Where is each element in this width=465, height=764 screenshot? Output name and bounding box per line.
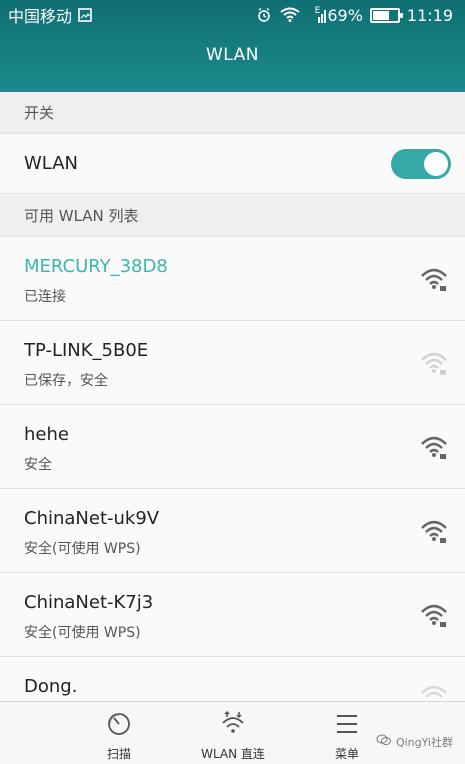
scan-button[interactable]: 扫描 xyxy=(59,702,179,764)
network-status: 安全 xyxy=(24,457,52,473)
battery-percent: 69% xyxy=(327,5,363,25)
clock: 11:19 xyxy=(406,5,453,25)
page-title: WLAN xyxy=(205,45,260,65)
network-name: ChinaNet-uk9V xyxy=(24,508,160,529)
watermark: QingYi社群 xyxy=(376,733,453,750)
network-name: hehe xyxy=(24,424,69,445)
wlan-toggle-row[interactable]: WLAN xyxy=(0,134,465,194)
status-right: E 69% 11:19 xyxy=(256,6,453,25)
scan-label: 扫描 xyxy=(106,747,131,761)
image-icon xyxy=(78,8,92,22)
network-item[interactable]: TP-LINK_5B0E 已保存，安全 xyxy=(0,321,465,405)
top-bar: 中国移动 E 69% 11:19 WLAN xyxy=(0,0,465,92)
network-item[interactable]: ChinaNet-uk9V 安全(可使用 WPS) xyxy=(0,489,465,573)
network-status: 已保存，安全 xyxy=(24,373,108,389)
network-item[interactable]: ChinaNet-K7j3 安全(可使用 WPS) xyxy=(0,573,465,657)
network-status: 已连接 xyxy=(24,289,66,305)
network-item[interactable]: MERCURY_38D8 已连接 xyxy=(0,237,465,321)
carrier-name: 中国移动 xyxy=(8,7,73,26)
network-status: 安全(可使用 WPS) xyxy=(24,541,141,557)
network-name: ChinaNet-K7j3 xyxy=(24,592,154,613)
wifi-signal-lock-icon xyxy=(421,520,447,543)
battery-level-fill xyxy=(372,10,389,20)
wifi-signal-lock-icon xyxy=(421,436,447,459)
network-name: MERCURY_38D8 xyxy=(24,256,168,277)
status-left: 中国移动 xyxy=(8,3,92,27)
wechat-icon xyxy=(376,733,392,750)
scan-icon xyxy=(105,710,133,738)
wifi-status-icon xyxy=(279,7,301,23)
menu-label: 菜单 xyxy=(334,747,359,761)
wifi-signal-lock-icon xyxy=(421,268,447,291)
network-item[interactable]: hehe 安全 xyxy=(0,405,465,489)
network-type: E xyxy=(314,6,321,16)
available-networks-header: 可用 WLAN 列表 xyxy=(0,195,465,237)
status-bar: 中国移动 E 69% 11:19 xyxy=(0,0,465,30)
switch-section-header: 开关 xyxy=(0,92,465,134)
battery-icon xyxy=(369,7,403,23)
network-status: 安全(可使用 WPS) xyxy=(24,625,141,641)
wlan-direct-button[interactable]: WLAN 直连 xyxy=(173,702,293,764)
wlan-switch[interactable] xyxy=(391,148,451,179)
wifi-direct-icon xyxy=(219,710,247,738)
wlan-direct-label: WLAN 直连 xyxy=(201,747,265,761)
alarm-icon xyxy=(256,7,272,23)
menu-icon xyxy=(333,710,361,738)
wifi-signal-lock-icon xyxy=(421,352,447,375)
network-name: TP-LINK_5B0E xyxy=(24,340,149,361)
network-item[interactable]: Dong. xyxy=(0,657,465,701)
wlan-toggle-label: WLAN xyxy=(24,153,79,174)
wifi-signal-lock-icon xyxy=(421,604,447,627)
network-name: Dong. xyxy=(24,676,78,697)
watermark-text: QingYi社群 xyxy=(395,735,453,749)
switch-knob xyxy=(424,151,448,176)
